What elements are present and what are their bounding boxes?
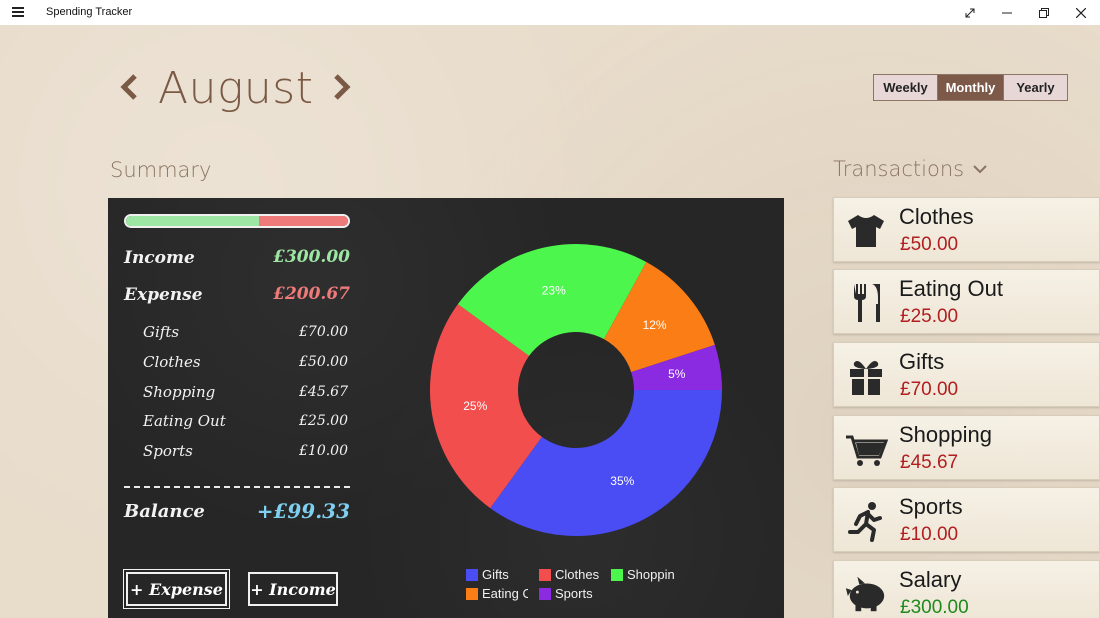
transaction-amount: £50.00 (900, 234, 959, 255)
transaction-name: Shopping (899, 422, 992, 447)
donut-slice-gifts (490, 390, 722, 536)
category-value: £70.00 (299, 324, 348, 340)
cutlery-icon (844, 282, 888, 324)
category-label: Gifts (143, 323, 180, 341)
transaction-item-shopping[interactable]: Shopping £45.67 (833, 415, 1100, 480)
minimize-icon[interactable] (989, 0, 1025, 25)
transaction-amount: £25.00 (900, 306, 959, 327)
legend-item: Gifts (466, 567, 536, 582)
spending-donut-chart: 35% 25% 23% 12% 5% (430, 244, 722, 536)
divider (124, 486, 350, 488)
expense-bar-fill (259, 216, 348, 226)
transaction-amount: £300.00 (900, 597, 969, 618)
legend-swatch (539, 587, 551, 600)
income-expense-bar (124, 214, 350, 228)
balance-value: +£99.33 (256, 499, 350, 523)
gift-icon (844, 355, 888, 397)
piggy-bank-icon (844, 573, 888, 615)
income-label: Income (124, 248, 195, 268)
legend-swatch (539, 568, 551, 581)
transaction-item-eating-out[interactable]: Eating Out £25.00 (833, 269, 1100, 334)
transaction-name: Sports (899, 494, 963, 519)
legend-swatch (466, 587, 478, 600)
category-label: Sports (143, 442, 193, 460)
month-title: August (158, 62, 314, 114)
close-icon[interactable] (1063, 0, 1099, 25)
income-bar-fill (126, 216, 260, 226)
prev-month-chevron-icon[interactable] (118, 65, 140, 111)
category-value: £45.67 (299, 384, 348, 400)
transaction-amount: £70.00 (900, 379, 959, 400)
donut-slice-label: 12% (643, 318, 667, 332)
title-bar: Spending Tracker (0, 0, 1100, 25)
legend-swatch (466, 568, 478, 581)
summary-board: Income £300.00 Expense £200.67 Gifts £70… (108, 198, 784, 618)
cart-icon (844, 428, 888, 470)
legend-swatch (611, 568, 623, 581)
expense-value: £200.67 (273, 284, 350, 304)
legend-item: Clothes (539, 567, 611, 582)
category-value: £25.00 (299, 413, 348, 429)
expense-label: Expense (124, 285, 203, 305)
legend-item: Sports (539, 586, 611, 601)
add-expense-button[interactable]: + Expense (123, 569, 230, 609)
donut-slice-label: 35% (610, 474, 634, 488)
donut-slice-label: 25% (463, 399, 487, 413)
transactions-title: Transactions (833, 157, 965, 181)
category-label: Eating Out (143, 412, 226, 430)
donut-slice-label: 5% (668, 367, 686, 381)
transaction-name: Eating Out (899, 276, 1003, 301)
tshirt-icon (844, 210, 888, 252)
app-title: Spending Tracker (46, 6, 133, 18)
transaction-amount: £10.00 (900, 524, 959, 545)
next-month-chevron-icon[interactable] (331, 65, 353, 111)
period-toggle: Weekly Monthly Yearly (873, 74, 1068, 101)
summary-title: Summary (110, 158, 212, 182)
category-value: £10.00 (299, 443, 348, 459)
hamburger-menu-icon[interactable] (12, 7, 24, 17)
transaction-item-salary[interactable]: Salary £300.00 (833, 560, 1100, 618)
runner-icon (844, 500, 888, 542)
category-value: £50.00 (299, 354, 348, 370)
category-label: Clothes (143, 353, 201, 371)
period-monthly-button[interactable]: Monthly (938, 75, 1004, 100)
chevron-down-icon (973, 165, 987, 174)
transaction-name: Clothes (899, 204, 974, 229)
transaction-item-clothes[interactable]: Clothes £50.00 (833, 197, 1100, 262)
restore-icon[interactable] (1026, 0, 1062, 25)
transactions-header[interactable]: Transactions (833, 157, 988, 181)
transaction-name: Gifts (899, 349, 945, 374)
income-value: £300.00 (273, 247, 350, 267)
legend-item: Shoppin (611, 567, 683, 582)
donut-slice-label: 23% (542, 283, 566, 297)
period-yearly-button[interactable]: Yearly (1004, 75, 1067, 100)
legend-item: Eating O (466, 586, 528, 601)
transaction-item-sports[interactable]: Sports £10.00 (833, 487, 1100, 552)
balance-label: Balance (124, 501, 205, 522)
period-weekly-button[interactable]: Weekly (874, 75, 938, 100)
month-navigator: August (118, 58, 353, 118)
add-income-button[interactable]: + Income (248, 572, 338, 606)
transaction-item-gifts[interactable]: Gifts £70.00 (833, 342, 1100, 407)
fullscreen-icon[interactable] (952, 0, 988, 25)
transaction-name: Salary (899, 567, 962, 592)
transaction-amount: £45.67 (900, 452, 959, 473)
category-label: Shopping (143, 383, 216, 401)
